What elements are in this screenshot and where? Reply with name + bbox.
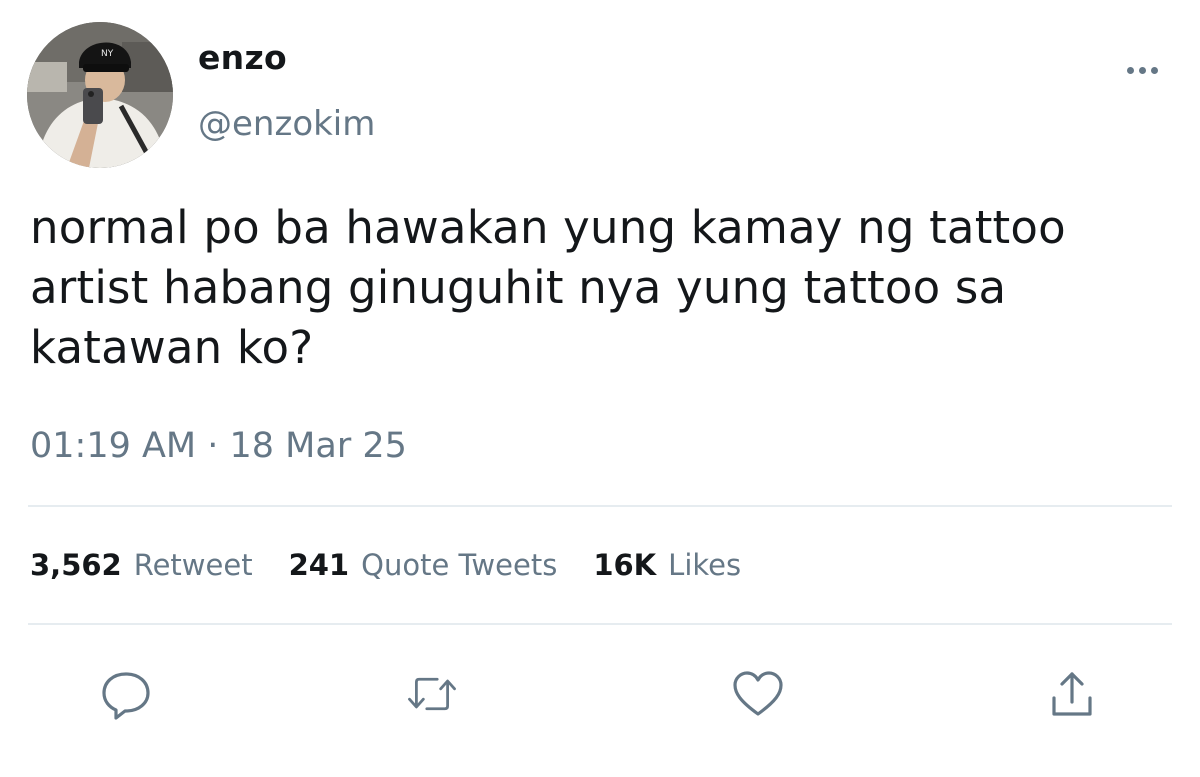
like-button[interactable] — [732, 668, 784, 720]
tweet-text: normal po ba hawakan yung kamay ng tatto… — [30, 201, 1066, 374]
retweet-count-link[interactable]: 3,562 Retweet — [30, 548, 253, 582]
like-label: Likes — [668, 548, 742, 582]
retweet-label: Retweet — [133, 548, 253, 582]
divider — [28, 623, 1172, 625]
heart-icon — [733, 671, 783, 716]
avatar[interactable]: NY — [27, 22, 173, 168]
more-horizontal-icon — [1150, 66, 1158, 74]
share-icon — [1052, 672, 1092, 716]
reply-button[interactable] — [100, 668, 152, 720]
more-options-button[interactable] — [1118, 55, 1166, 85]
divider — [28, 505, 1172, 507]
svg-text:NY: NY — [101, 49, 114, 59]
retweet-button[interactable] — [406, 668, 458, 720]
reply-icon — [102, 672, 150, 720]
share-button[interactable] — [1046, 668, 1098, 720]
quote-count-link[interactable]: 241 Quote Tweets — [289, 548, 558, 582]
quote-count: 241 — [288, 548, 350, 582]
display-name[interactable]: enzo — [198, 38, 287, 77]
retweet-icon — [408, 677, 456, 711]
more-horizontal-icon — [1138, 66, 1146, 74]
like-count: 16K — [593, 548, 657, 582]
engagement-stats: 3,562 Retweet 241 Quote Tweets 16K Likes — [30, 548, 777, 582]
like-count-link[interactable]: 16K Likes — [593, 548, 741, 582]
retweet-count: 3,562 — [30, 548, 122, 582]
quote-label: Quote Tweets — [361, 548, 558, 582]
user-handle[interactable]: @enzokim — [198, 104, 375, 144]
more-horizontal-icon — [1126, 66, 1134, 74]
avatar-photo: NY — [27, 22, 173, 168]
tweet-timestamp[interactable]: 01:19 AM · 18 Mar 25 — [30, 426, 407, 466]
tweet-card: NY enzo @enzokim normal po ba hawakan yu… — [0, 0, 1200, 777]
